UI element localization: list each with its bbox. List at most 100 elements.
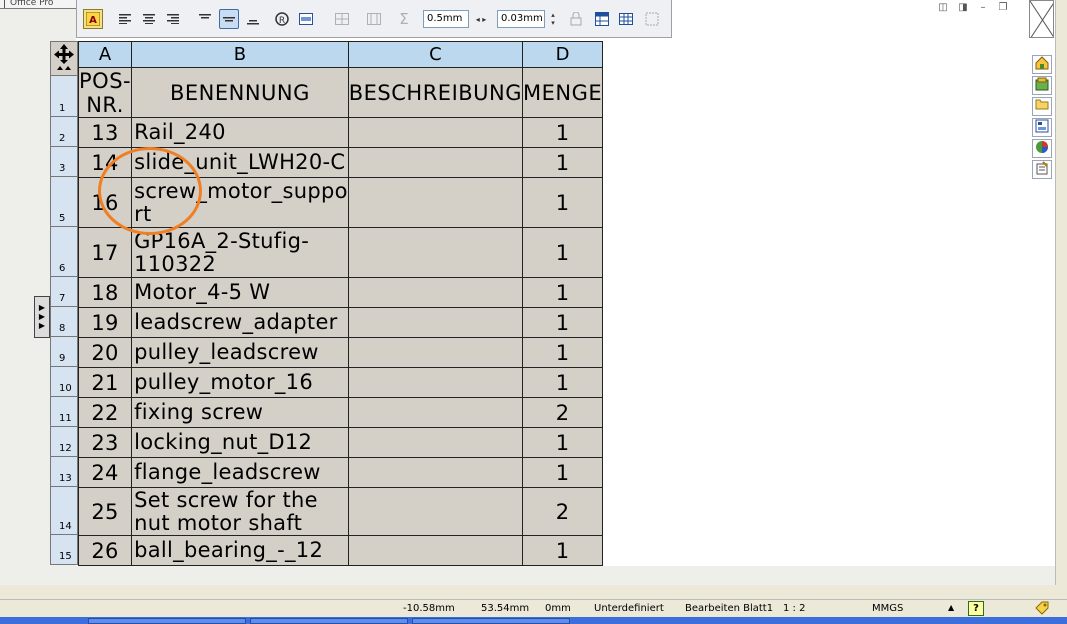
column-header-b[interactable]: B <box>131 41 349 68</box>
row-num[interactable]: 11 <box>50 396 78 427</box>
cell-pos[interactable]: 23 <box>77 427 133 458</box>
office-tab[interactable]: Office Pro <box>0 0 87 9</box>
cell-name[interactable]: fixing screw <box>131 397 349 428</box>
table-header-icon[interactable] <box>593 9 611 29</box>
cell-pos[interactable]: 14 <box>77 147 133 178</box>
cell-props-icon[interactable] <box>297 9 315 29</box>
cell-desc[interactable] <box>347 427 524 458</box>
cell-qty[interactable]: 1 <box>522 427 604 458</box>
cell-desc[interactable] <box>347 337 524 368</box>
header-pos-nr[interactable]: POS-NR. <box>77 67 133 118</box>
row-num[interactable]: 7 <box>50 276 78 307</box>
cell-desc[interactable] <box>347 277 524 308</box>
cell-name[interactable]: screw_motor_suppo rt <box>131 177 349 228</box>
text-color-icon[interactable]: A <box>83 9 103 29</box>
cell-desc[interactable] <box>347 457 524 488</box>
line-width-stepper-icon[interactable]: ◂ ▸ <box>471 9 491 29</box>
row-num[interactable]: 12 <box>50 426 78 457</box>
view-palette-icon[interactable] <box>1032 118 1052 137</box>
column-header-d[interactable]: D <box>522 41 604 68</box>
home-icon[interactable] <box>1032 55 1052 74</box>
cell-desc[interactable] <box>347 177 524 228</box>
row-num[interactable]: 5 <box>50 176 78 227</box>
cell-name[interactable]: Set screw for the nut motor shaft <box>131 487 349 536</box>
cell-desc[interactable] <box>347 397 524 428</box>
row-num[interactable]: 10 <box>50 366 78 397</box>
taskbar-button[interactable] <box>412 618 570 624</box>
cell-qty[interactable]: 2 <box>522 397 604 428</box>
cell-name[interactable]: ball_bearing_-_12 <box>131 535 349 566</box>
cell-qty[interactable]: 1 <box>522 227 604 278</box>
cell-pos[interactable]: 22 <box>77 397 133 428</box>
cell-name[interactable]: leadscrew_adapter <box>131 307 349 338</box>
help-icon[interactable]: ? <box>968 601 984 616</box>
cell-name[interactable]: slide_unit_LWH20-C <box>131 147 349 178</box>
cell-qty[interactable]: 2 <box>522 487 604 536</box>
row-num[interactable]: 13 <box>50 456 78 487</box>
cell-desc[interactable] <box>347 487 524 536</box>
appearance-icon[interactable] <box>1032 139 1052 158</box>
align-left-icon[interactable] <box>117 9 133 29</box>
cell-pos[interactable]: 19 <box>77 307 133 338</box>
insert-symbol-icon[interactable]: R <box>273 9 291 29</box>
cell-name[interactable]: flange_leadscrew <box>131 457 349 488</box>
offset-input[interactable]: 0.03mm <box>497 10 545 28</box>
cell-pos[interactable]: 26 <box>77 535 133 566</box>
cell-desc[interactable] <box>347 367 524 398</box>
custom-properties-icon[interactable] <box>1032 160 1052 179</box>
cell-name[interactable]: Motor_4-5 W <box>131 277 349 308</box>
align-right-icon[interactable] <box>165 9 181 29</box>
minimize-icon[interactable]: – <box>975 1 991 14</box>
row-num[interactable]: 15 <box>50 534 78 565</box>
cell-qty[interactable]: 1 <box>522 337 604 368</box>
units-menu-chevron-icon[interactable]: ▲ <box>948 603 954 612</box>
header-menge[interactable]: MENGE <box>522 67 604 118</box>
table-border-icon[interactable] <box>643 9 661 29</box>
table-grid-icon[interactable] <box>617 9 635 29</box>
cell-desc[interactable] <box>347 227 524 278</box>
cell-qty[interactable]: 1 <box>522 147 604 178</box>
cell-desc[interactable] <box>347 147 524 178</box>
cell-name[interactable]: locking_nut_D12 <box>131 427 349 458</box>
cell-pos[interactable]: 17 <box>77 227 133 278</box>
cell-pos[interactable]: 13 <box>77 117 133 148</box>
cell-desc[interactable] <box>347 117 524 148</box>
cell-pos[interactable]: 20 <box>77 337 133 368</box>
status-units[interactable]: MMGS <box>872 603 903 614</box>
tile-window-icon[interactable]: ◫ <box>935 1 951 14</box>
row-num[interactable]: 8 <box>50 306 78 337</box>
unmerge-cells-icon[interactable] <box>365 9 383 29</box>
cell-pos[interactable]: 21 <box>77 367 133 398</box>
row-num[interactable]: 9 <box>50 336 78 367</box>
cell-qty[interactable]: 1 <box>522 307 604 338</box>
row-num[interactable]: 14 <box>50 486 78 535</box>
offset-stepper-icon[interactable]: ▴ ▾ <box>547 9 559 29</box>
row-num[interactable]: 3 <box>50 146 78 177</box>
line-width-input[interactable]: 0.5mm <box>423 10 469 28</box>
valign-top-icon[interactable] <box>197 9 213 29</box>
folder-icon[interactable] <box>1032 97 1052 116</box>
cell-pos[interactable]: 24 <box>77 457 133 488</box>
column-header-c[interactable]: C <box>347 41 524 68</box>
cell-name[interactable]: pulley_leadscrew <box>131 337 349 368</box>
library-icon[interactable] <box>1032 76 1052 95</box>
bom-table[interactable]: A B C D POS-NR. BENENNUNG BESCHREIBUNG M… <box>77 41 604 566</box>
cell-qty[interactable]: 1 <box>522 457 604 488</box>
column-header-a[interactable]: A <box>77 41 133 68</box>
row-num[interactable]: 2 <box>50 116 78 147</box>
align-center-icon[interactable] <box>141 9 157 29</box>
valign-middle-icon[interactable] <box>219 9 239 29</box>
taskbar-button[interactable] <box>250 618 408 624</box>
restore-icon[interactable]: ❐ <box>995 1 1011 14</box>
cell-desc[interactable] <box>347 307 524 338</box>
cell-pos[interactable]: 16 <box>77 177 133 228</box>
split-window-icon[interactable]: ◨ <box>955 1 971 14</box>
sum-icon[interactable]: Σ <box>397 9 411 29</box>
four-way-arrow-icon[interactable] <box>50 41 78 76</box>
flyout-tree-toggle[interactable]: ▶ ▶ ▶ <box>34 296 50 338</box>
header-benennung[interactable]: BENENNUNG <box>131 67 349 118</box>
merge-cells-icon[interactable] <box>333 9 351 29</box>
lock-icon[interactable] <box>567 9 585 29</box>
cell-pos[interactable]: 25 <box>77 487 133 536</box>
valign-bottom-icon[interactable] <box>245 9 261 29</box>
